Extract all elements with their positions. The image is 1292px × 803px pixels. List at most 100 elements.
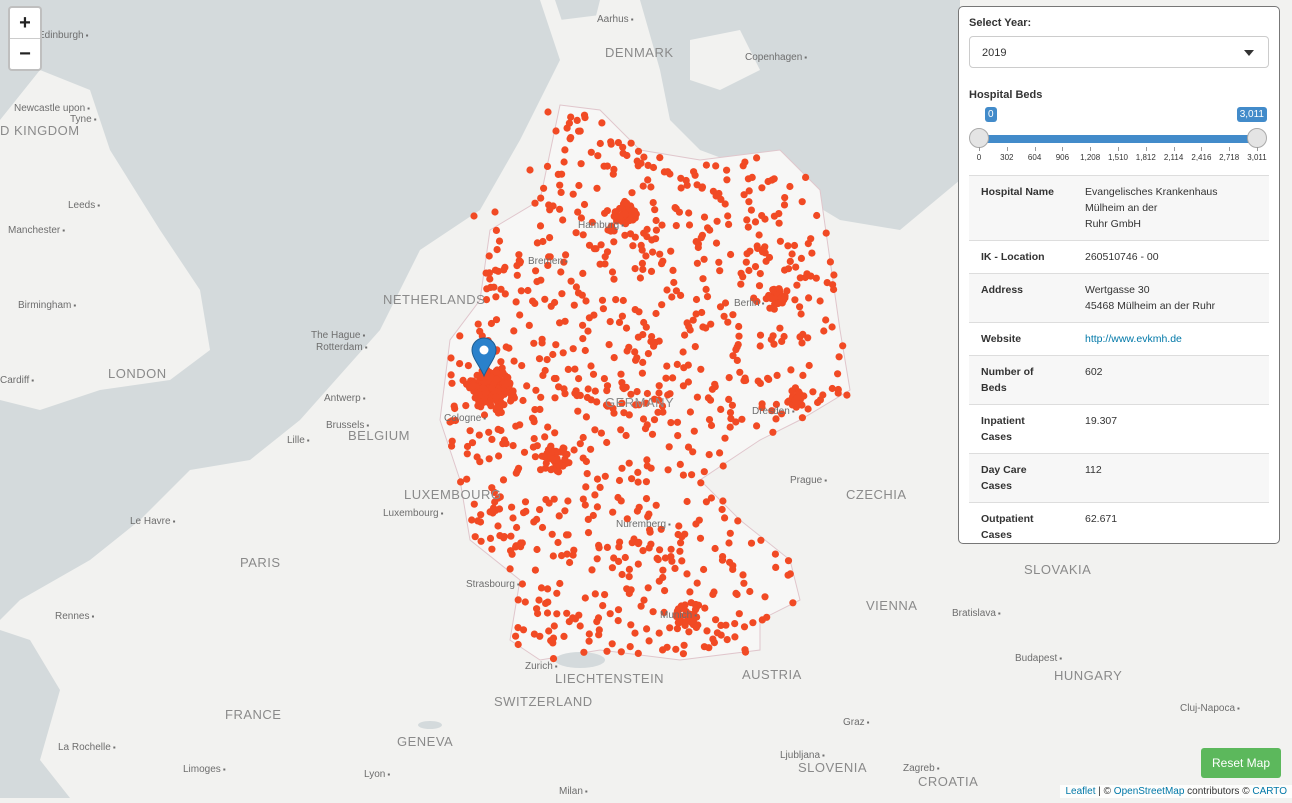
hospital-marker[interactable] [476, 518, 485, 526]
hospital-marker[interactable] [610, 238, 618, 246]
hospital-marker[interactable] [619, 149, 627, 157]
hospital-marker[interactable] [572, 283, 581, 291]
hospital-marker[interactable] [704, 394, 713, 402]
hospital-marker[interactable] [692, 295, 701, 304]
hospital-marker[interactable] [618, 312, 627, 320]
hospital-marker[interactable] [619, 383, 627, 391]
hospital-marker[interactable] [531, 566, 540, 574]
hospital-marker[interactable] [587, 445, 595, 453]
hospital-marker[interactable] [550, 622, 558, 630]
hospital-marker[interactable] [533, 239, 542, 247]
hospital-marker[interactable] [618, 570, 626, 579]
hospital-marker[interactable] [736, 368, 744, 376]
hospital-marker[interactable] [757, 536, 765, 544]
hospital-marker[interactable] [492, 226, 500, 234]
hospital-marker[interactable] [723, 166, 731, 174]
hospital-marker[interactable] [556, 205, 564, 213]
info-value[interactable]: http://www.evkmh.de [1073, 322, 1269, 356]
hospital-marker[interactable] [516, 311, 524, 319]
hospital-marker[interactable] [739, 571, 747, 579]
hospital-marker[interactable] [493, 404, 501, 412]
hospital-marker[interactable] [589, 370, 598, 378]
hospital-marker[interactable] [644, 350, 653, 358]
hospital-marker[interactable] [538, 523, 547, 532]
hospital-marker[interactable] [642, 478, 651, 486]
hospital-marker[interactable] [713, 629, 722, 637]
hospital-marker[interactable] [506, 379, 514, 387]
hospital-marker[interactable] [581, 594, 589, 602]
hospital-marker[interactable] [652, 309, 660, 318]
hospital-marker[interactable] [697, 479, 705, 487]
hospital-marker[interactable] [567, 134, 575, 142]
hospital-marker[interactable] [599, 602, 607, 610]
hospital-marker[interactable] [492, 316, 501, 324]
hospital-marker[interactable] [456, 360, 464, 368]
hospital-marker[interactable] [525, 321, 533, 329]
hospital-marker[interactable] [716, 303, 725, 311]
hospital-marker[interactable] [603, 438, 611, 447]
hospital-marker[interactable] [564, 497, 572, 505]
hospital-marker[interactable] [494, 522, 502, 530]
hospital-marker[interactable] [493, 246, 501, 254]
hospital-marker[interactable] [690, 427, 698, 435]
hospital-marker[interactable] [722, 621, 730, 629]
hospital-marker[interactable] [692, 238, 700, 246]
hospital-marker[interactable] [655, 629, 663, 637]
hospital-marker[interactable] [735, 332, 743, 340]
hospital-marker[interactable] [792, 263, 800, 271]
hospital-marker[interactable] [637, 602, 645, 610]
hospital-marker[interactable] [715, 258, 723, 266]
hospital-marker[interactable] [631, 265, 639, 273]
hospital-marker[interactable] [791, 296, 799, 304]
hospital-marker[interactable] [691, 343, 699, 351]
hospital-marker[interactable] [451, 404, 459, 413]
hospital-marker[interactable] [737, 280, 745, 288]
hospital-marker[interactable] [495, 237, 504, 245]
hospital-marker[interactable] [540, 453, 548, 461]
hospital-marker[interactable] [591, 590, 599, 598]
hospital-marker[interactable] [745, 266, 753, 275]
hospital-marker[interactable] [606, 318, 614, 326]
hospital-marker[interactable] [464, 362, 472, 370]
hospital-marker[interactable] [574, 407, 582, 415]
hospital-marker[interactable] [580, 648, 588, 656]
hospital-marker[interactable] [556, 579, 564, 588]
hospital-marker[interactable] [677, 539, 685, 547]
hospital-marker[interactable] [712, 162, 720, 170]
hospital-marker[interactable] [620, 409, 628, 417]
hospital-marker[interactable] [649, 608, 657, 616]
hospital-marker[interactable] [614, 606, 623, 614]
hospital-marker[interactable] [726, 409, 735, 417]
hospital-marker[interactable] [513, 271, 521, 279]
hospital-marker[interactable] [563, 124, 571, 132]
hospital-marker[interactable] [731, 633, 739, 641]
hospital-marker[interactable] [667, 419, 675, 427]
hospital-marker[interactable] [530, 415, 538, 423]
hospital-marker[interactable] [668, 293, 676, 301]
hospital-marker[interactable] [614, 139, 623, 147]
hospital-marker[interactable] [535, 355, 544, 363]
hospital-marker[interactable] [753, 422, 761, 430]
hospital-marker[interactable] [559, 349, 567, 357]
hospital-marker[interactable] [469, 381, 477, 389]
hospital-marker[interactable] [828, 384, 836, 393]
hospital-marker[interactable] [631, 629, 639, 637]
hospital-marker[interactable] [671, 564, 679, 573]
hospital-marker[interactable] [656, 154, 664, 162]
hospital-marker[interactable] [659, 566, 667, 574]
hospital-marker[interactable] [733, 590, 741, 599]
hospital-marker[interactable] [587, 148, 595, 156]
hospital-marker[interactable] [775, 219, 783, 227]
hospital-marker[interactable] [713, 217, 721, 225]
hospital-marker[interactable] [544, 585, 552, 593]
hospital-marker[interactable] [784, 557, 793, 565]
hospital-marker[interactable] [634, 147, 643, 155]
hospital-marker[interactable] [625, 459, 633, 467]
hospital-marker[interactable] [700, 565, 708, 574]
hospital-marker[interactable] [546, 444, 555, 452]
hospital-marker[interactable] [707, 494, 716, 502]
hospital-marker[interactable] [591, 491, 599, 499]
hospital-marker[interactable] [678, 557, 686, 565]
hospital-marker[interactable] [684, 361, 692, 369]
hospital-marker[interactable] [822, 229, 830, 237]
